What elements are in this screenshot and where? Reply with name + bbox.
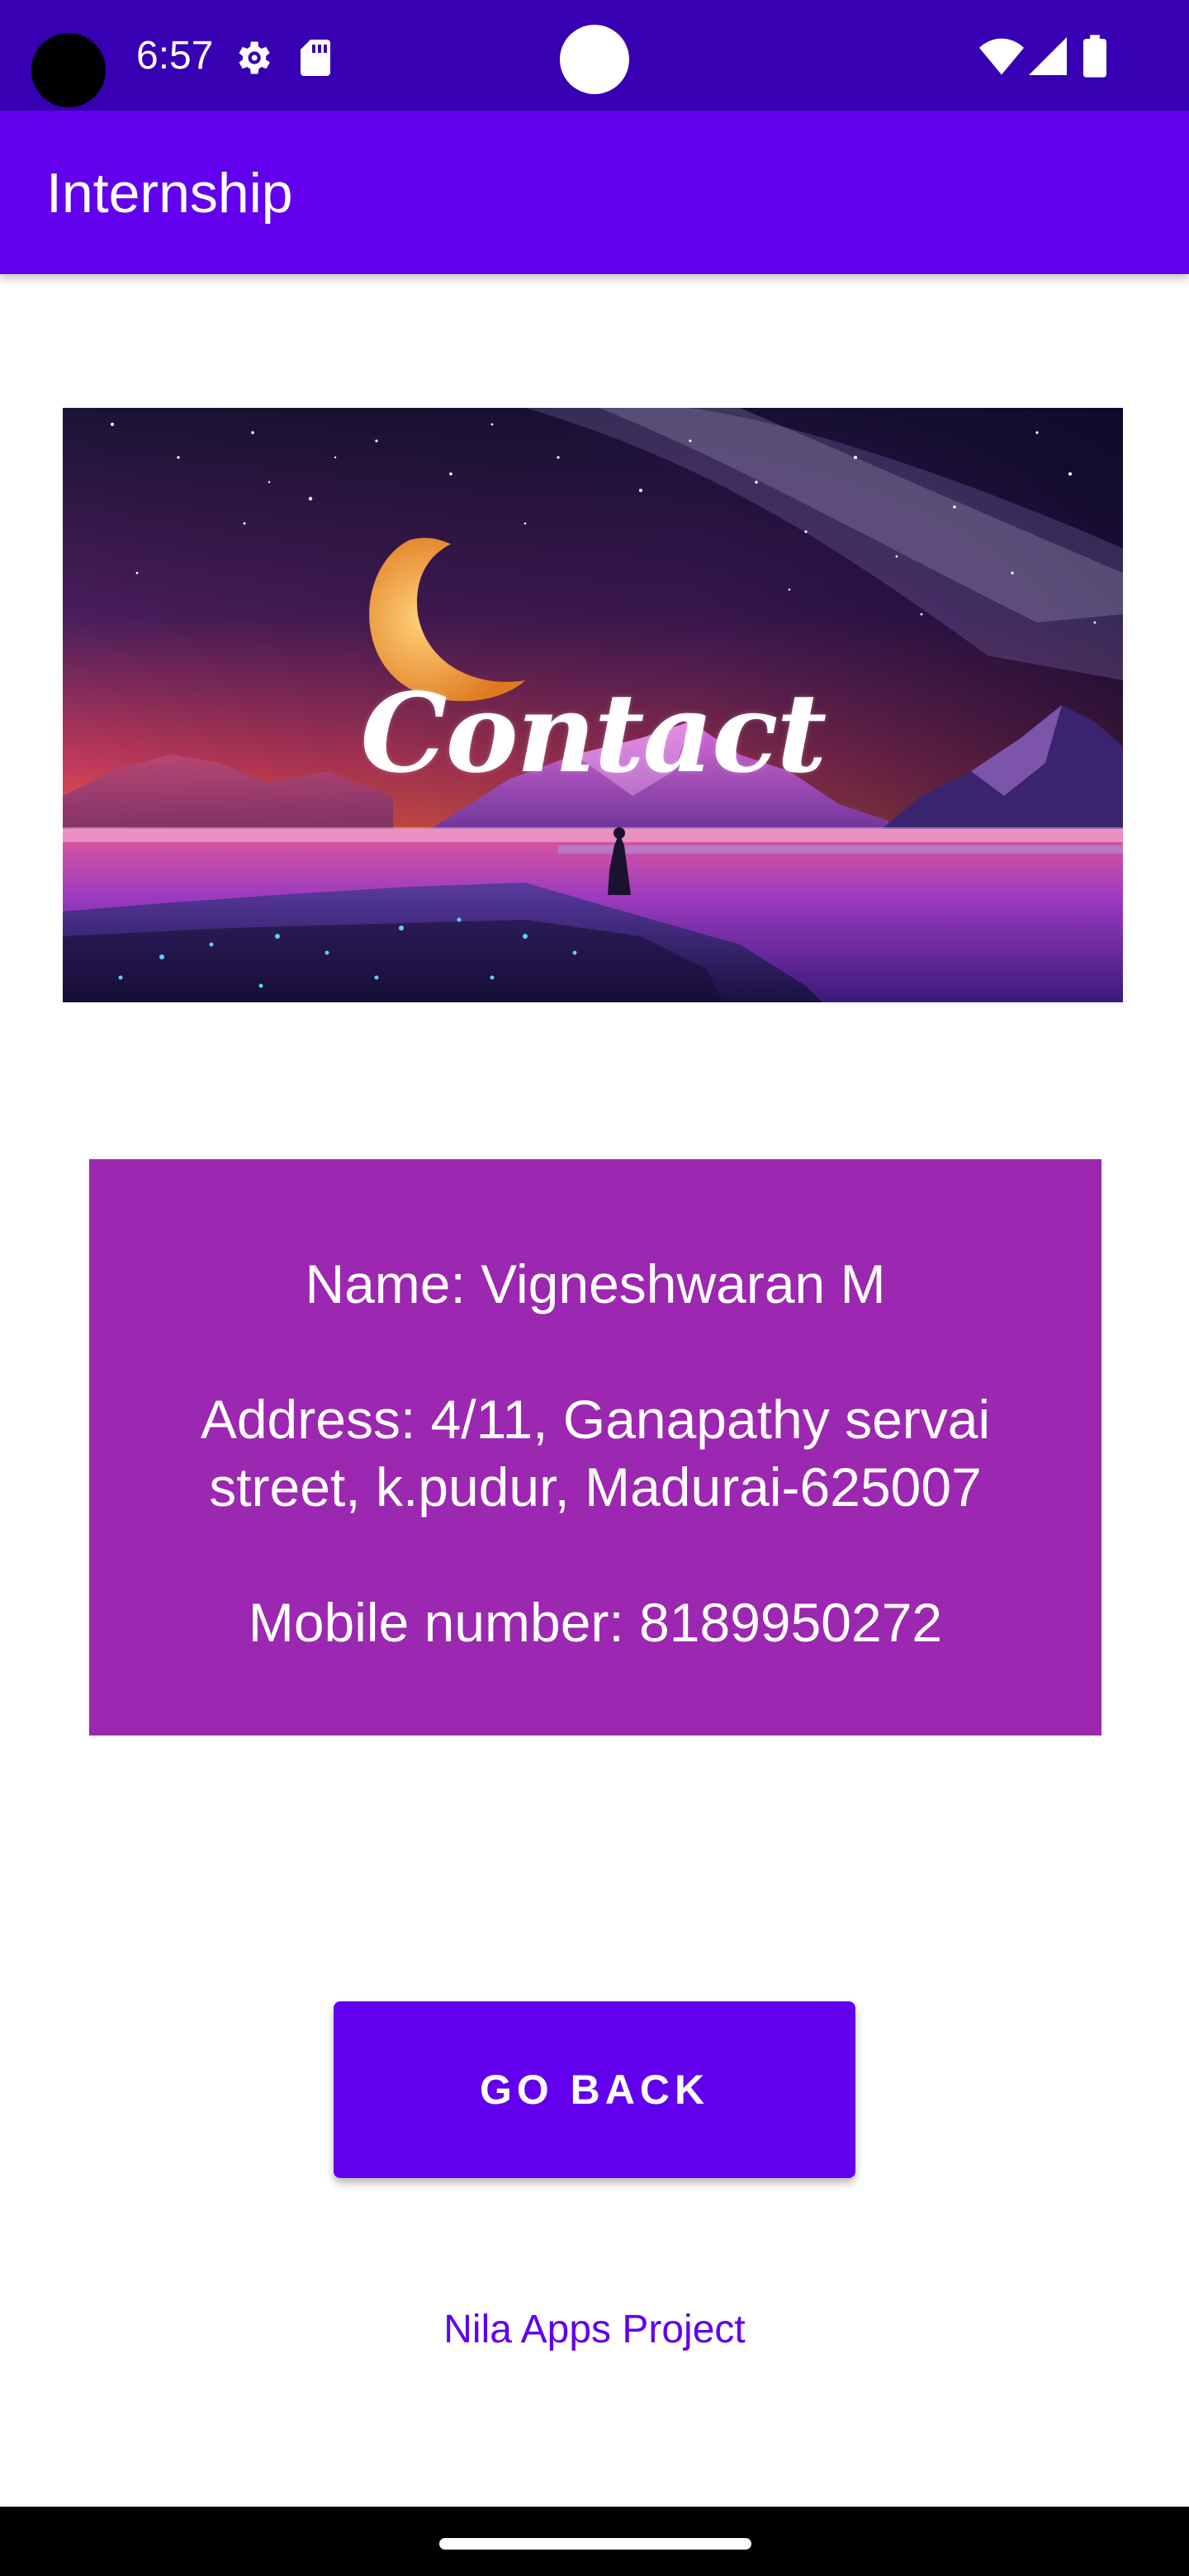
go-back-button[interactable]: GO BACK — [334, 2001, 855, 2178]
sd-card-icon — [301, 40, 330, 76]
contact-name: Name: Vigneshwaran M — [305, 1253, 886, 1314]
navigation-bar — [0, 2507, 1189, 2576]
battery-icon — [1083, 35, 1106, 78]
camera-cutout — [31, 33, 106, 107]
wifi-icon — [979, 38, 1024, 75]
status-time: 6:57 — [136, 34, 214, 78]
contact-address: Address: 4/11, Ganapathy servai street, … — [200, 1389, 991, 1518]
app-title: Internship — [46, 162, 293, 225]
app-bar: Internship — [0, 111, 1189, 274]
gear-icon — [239, 41, 270, 74]
status-dot-indicator — [560, 25, 629, 94]
contact-card: Name: Vigneshwaran M Address: 4/11, Gana… — [89, 1159, 1101, 1735]
status-bar: 6:57 — [0, 0, 1189, 111]
signal-icon — [1029, 37, 1067, 75]
contact-mobile: Mobile number: 8189950272 — [248, 1592, 943, 1653]
home-gesture-handle[interactable] — [439, 2538, 751, 2550]
screen: 6:57 Internship Contact Name: Vigneshwar… — [0, 0, 1189, 2576]
footer-project-label: Nila Apps Project — [443, 2308, 746, 2351]
contact-banner-image: Contact — [63, 408, 1123, 1002]
banner-title: Contact — [360, 670, 827, 798]
